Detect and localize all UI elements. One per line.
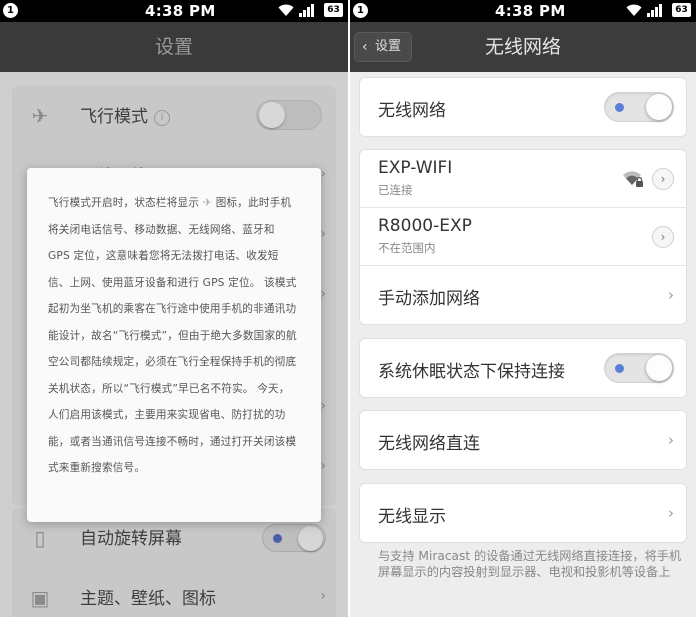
toggle-knob bbox=[646, 355, 672, 381]
network-list-card: EXP-WIFI 已连接 › R8000-EXP 不在范围内 › 手动添加网络 … bbox=[360, 150, 686, 324]
wifi-signal-lock-icon bbox=[623, 171, 643, 187]
back-button[interactable]: ‹ 设置 bbox=[354, 32, 412, 62]
chevron-right-icon: › bbox=[320, 286, 326, 302]
chevron-right-icon: › bbox=[320, 398, 326, 414]
image-icon: ▣ bbox=[30, 586, 50, 610]
auto-rotate-toggle[interactable] bbox=[262, 524, 326, 552]
right-screen: 1 4:38 PM 63 ‹ 设置 无线网络 无线网络 EXP-WIFI 已连接 bbox=[350, 0, 696, 617]
wifi-direct-card: 无线网络直连 › bbox=[360, 411, 686, 469]
chevron-right-icon: › bbox=[668, 504, 674, 522]
settings-list-secondary: ▯ 自动旋转屏幕 ▣ 主题、壁纸、图标 › bbox=[12, 508, 336, 617]
add-network-label: 手动添加网络 bbox=[378, 289, 480, 309]
chevron-right-icon: › bbox=[320, 458, 326, 474]
settings-item-label: 飞行模式 bbox=[80, 107, 148, 127]
wireless-display-description: 与支持 Miracast 的设备通过无线网络直接连接，将手机屏幕显示的内容投射到… bbox=[378, 549, 682, 579]
toggle-knob bbox=[646, 94, 672, 120]
keep-connected-label: 系统休眠状态下保持连接 bbox=[378, 362, 565, 382]
keep-connected-card: 系统休眠状态下保持连接 bbox=[360, 339, 686, 397]
toggle-indicator bbox=[615, 364, 624, 373]
status-bar: 1 4:38 PM 63 bbox=[350, 0, 696, 22]
dialog-text: 图标，此时手机将关闭电话信号、移动数据、无线网络、蓝牙和 GPS 定位，这意味着… bbox=[48, 197, 297, 474]
wifi-direct-row[interactable]: 无线网络直连 › bbox=[360, 411, 686, 469]
chevron-right-icon: › bbox=[320, 588, 326, 604]
battery-icon: 63 bbox=[324, 3, 343, 17]
wireless-display-label: 无线显示 bbox=[378, 507, 446, 527]
wifi-toggle-card: 无线网络 bbox=[360, 78, 686, 136]
keep-connected-toggle[interactable] bbox=[604, 353, 674, 383]
toggle-indicator bbox=[615, 103, 624, 112]
network-ssid: EXP-WIFI bbox=[378, 158, 453, 178]
network-ssid: R8000-EXP bbox=[378, 216, 472, 236]
airplane-mode-toggle[interactable] bbox=[256, 100, 322, 130]
wifi-direct-label: 无线网络直连 bbox=[378, 434, 480, 454]
back-button-label: 设置 bbox=[375, 39, 402, 54]
status-time: 4:38 PM bbox=[145, 2, 216, 20]
notification-icon: 1 bbox=[3, 3, 18, 18]
network-status: 不在范围内 bbox=[378, 241, 436, 255]
network-details-button[interactable]: › bbox=[652, 226, 674, 248]
chevron-left-icon: ‹ bbox=[362, 39, 368, 55]
network-details-button[interactable]: › bbox=[652, 168, 674, 190]
battery-icon: 63 bbox=[672, 3, 691, 17]
chevron-right-icon: › bbox=[668, 431, 674, 449]
page-title: 设置 bbox=[0, 22, 348, 72]
cell-signal-icon bbox=[647, 4, 662, 17]
wifi-toggle-label: 无线网络 bbox=[378, 101, 446, 121]
settings-item-theme[interactable]: ▣ 主题、壁纸、图标 › bbox=[12, 568, 336, 617]
chevron-right-icon: › bbox=[320, 226, 326, 242]
wireless-display-card: 无线显示 › bbox=[360, 484, 686, 542]
wifi-status-icon bbox=[278, 4, 294, 16]
airplane-icon: ✈ bbox=[31, 104, 49, 128]
network-status: 已连接 bbox=[378, 183, 413, 197]
notification-icon: 1 bbox=[353, 3, 368, 18]
title-bar: ‹ 设置 无线网络 bbox=[350, 22, 696, 72]
toggle-knob bbox=[298, 526, 323, 551]
keep-connected-row[interactable]: 系统休眠状态下保持连接 bbox=[360, 339, 686, 397]
left-screen: 1 4:38 PM 63 设置 ✈ 飞行模式i ◠ 无线网络 › › › › ›… bbox=[0, 0, 348, 617]
airplane-mode-info-dialog: 飞行模式开启时，状态栏将显示 ✈ 图标，此时手机将关闭电话信号、移动数据、无线网… bbox=[27, 168, 321, 522]
toggle-indicator bbox=[273, 534, 282, 543]
wifi-toggle-row[interactable]: 无线网络 bbox=[360, 78, 686, 136]
status-bar: 1 4:38 PM 63 bbox=[0, 0, 348, 22]
add-network-row[interactable]: 手动添加网络 › bbox=[360, 266, 686, 324]
dialog-text: 飞行模式开启时，状态栏将显示 bbox=[48, 197, 200, 209]
wireless-display-row[interactable]: 无线显示 › bbox=[360, 484, 686, 542]
chevron-right-icon: › bbox=[668, 286, 674, 304]
settings-item-airplane-mode[interactable]: ✈ 飞行模式 i bbox=[12, 86, 336, 146]
airplane-icon: ✈ bbox=[202, 196, 213, 209]
status-time: 4:38 PM bbox=[495, 2, 566, 20]
rotate-screen-icon: ▯ bbox=[34, 526, 46, 550]
network-item[interactable]: R8000-EXP 不在范围内 › bbox=[360, 208, 686, 266]
toggle-knob bbox=[259, 102, 285, 128]
settings-item-label: 主题、壁纸、图标 bbox=[80, 589, 216, 609]
chevron-right-icon: › bbox=[320, 166, 326, 182]
network-item[interactable]: EXP-WIFI 已连接 › bbox=[360, 150, 686, 208]
wifi-status-icon bbox=[626, 4, 642, 16]
info-icon[interactable]: i bbox=[154, 110, 170, 126]
cell-signal-icon bbox=[299, 4, 314, 17]
wifi-toggle[interactable] bbox=[604, 92, 674, 122]
settings-item-label: 自动旋转屏幕 bbox=[80, 529, 182, 549]
